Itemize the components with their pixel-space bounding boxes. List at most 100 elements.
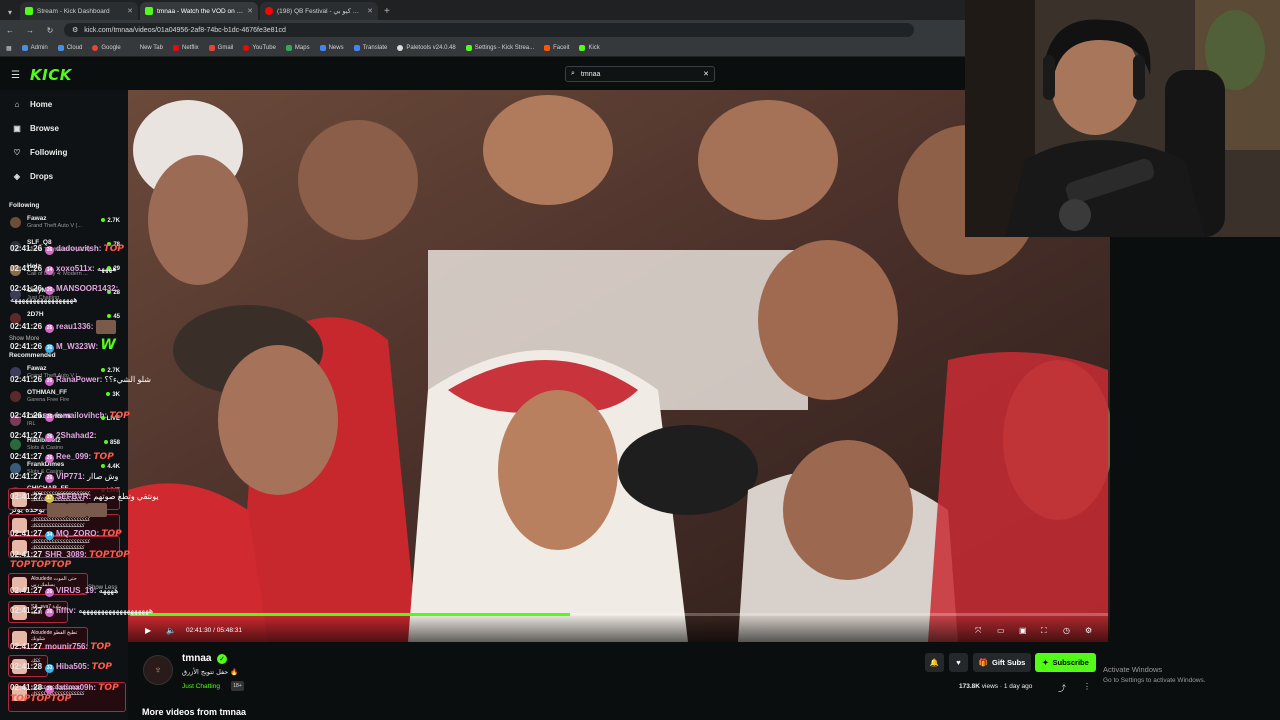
sidebar-channel[interactable]: OTHMAN_FF Garena Free Fire 3K [0, 386, 128, 410]
chat-username[interactable]: VIRUS_19: [56, 586, 96, 595]
clear-search-icon[interactable]: ✕ [703, 70, 709, 78]
search-value: tmnaa [580, 70, 601, 78]
chat-username[interactable]: fatima09h: [56, 683, 96, 692]
chat-emote: TOP [93, 452, 114, 462]
channel-game: Slots & Casino [27, 445, 64, 451]
browser-tab-0[interactable]: Stream - Kick Dashboard ✕ [20, 2, 138, 20]
nav-browse[interactable]: ▣ Browse [0, 116, 128, 140]
chat-username[interactable]: 2Shahad2: [56, 431, 96, 440]
close-tab-icon[interactable]: ✕ [247, 7, 253, 15]
viewer-count: 2.7K [101, 368, 120, 374]
more-videos-heading: More videos from tmnaa [142, 707, 247, 717]
nav-following[interactable]: ♡ Following [0, 140, 128, 164]
chat-username[interactable]: MQ_ZORO: [56, 529, 99, 538]
chat-username[interactable]: RanaPower: [56, 375, 102, 384]
chat-username[interactable]: SEFBVR: [56, 492, 91, 501]
more-options-icon[interactable]: ⋮ [1083, 682, 1091, 691]
chat-username[interactable]: M_W323W: [56, 342, 98, 351]
sidebar: ⌂ Home ▣ Browse ♡ Following ◈ Drops Followin… [0, 90, 128, 720]
site-info-icon[interactable]: ⚙ [72, 26, 78, 34]
chat-username[interactable]: ismailovihch: [56, 411, 107, 420]
nav-home[interactable]: ⌂ Home [0, 92, 128, 116]
chat-timestamp: 02:41:27 [10, 529, 43, 538]
channel-name[interactable]: tmnaa [182, 653, 211, 664]
tab-search-icon[interactable]: ▾ [2, 4, 18, 20]
bookmark[interactable]: Admin [21, 45, 48, 51]
chat-message: 02:41:27 26 Ree_099: TOP [10, 452, 165, 463]
volume-icon[interactable]: 🔈 [166, 626, 176, 635]
category-link[interactable]: Just Chatting [182, 683, 220, 690]
fullscreen-icon[interactable]: ⛶ [1041, 626, 1047, 636]
bookmark[interactable]: Translate [353, 45, 387, 51]
miniplayer-icon[interactable]: ▣ [1019, 626, 1027, 635]
sidebar-channel[interactable]: Fawaz Grand Theft Auto V (... 2.7K [0, 212, 128, 236]
bookmark[interactable]: New Tab [131, 45, 163, 51]
channel-avatar [10, 217, 21, 228]
kick-icon [579, 45, 586, 51]
bookmark[interactable]: Netflix [172, 45, 199, 51]
bookmark[interactable]: Google [92, 45, 121, 51]
notifications-button[interactable]: 🔔 [925, 653, 944, 672]
chat-timestamp: 02:41:27 [10, 586, 43, 595]
apps-grid-icon[interactable]: ▦ [6, 45, 12, 52]
back-icon[interactable]: ← [4, 26, 16, 35]
chat-username[interactable]: SHR_3089: [45, 550, 87, 559]
close-tab-icon[interactable]: ✕ [367, 7, 373, 15]
chat-username[interactable]: mounir756: [45, 642, 88, 651]
viewer-count: 2.7K [101, 218, 120, 224]
browser-tab-1[interactable]: tmnaa - Watch the VOD on Kick ✕ [140, 2, 258, 20]
nav-drops[interactable]: ◈ Drops [0, 164, 128, 188]
chat-message: 02:41:27 26 hfftv: هههههههههههههههههههه [10, 606, 165, 617]
bookmark-icon [131, 45, 137, 51]
address-bar-row: ← → ↻ ⚙ kick.com/tmnaa/videos/01a04956-2… [0, 20, 965, 40]
bookmark[interactable]: Maps [285, 45, 310, 51]
bookmark[interactable]: YouTube [243, 45, 276, 51]
recommended-heading: Recommended [9, 352, 56, 359]
subscribe-button[interactable]: ✦ Subscribe [1035, 653, 1096, 672]
bookmark[interactable]: Paletools v24.0.48 [397, 45, 456, 51]
chat-text: هههههههههههههههههه [10, 295, 78, 304]
close-tab-icon[interactable]: ✕ [127, 7, 133, 15]
chat-username[interactable]: Ree_099: [56, 452, 91, 461]
bookmark[interactable]: Settings - Kick Strea... [465, 45, 534, 51]
bookmark[interactable]: Faceit [544, 45, 569, 51]
clip-icon[interactable]: ⤧ [975, 626, 981, 636]
theater-icon[interactable]: ▭ [997, 626, 1005, 635]
chat-timestamp: 02:41:27 [10, 642, 43, 651]
reload-icon[interactable]: ↻ [44, 26, 56, 35]
chat-username[interactable]: Hiba505: [56, 662, 89, 671]
chat-message: 02:41:27 SHR_3089: TOPTOP TOPTOPTOP [10, 550, 165, 570]
browser-tab-2[interactable]: (198) QB Festival - مهرجان كيو بي ✕ [260, 2, 378, 20]
new-tab-icon[interactable]: + [384, 6, 390, 17]
share-icon[interactable]: ⤴ [1058, 683, 1066, 694]
speed-icon[interactable]: ◷ [1063, 626, 1070, 635]
follow-button[interactable]: ♥ [949, 653, 968, 672]
sub-badge-icon: 26 [45, 246, 55, 255]
bookmark[interactable]: Gmail [208, 45, 233, 51]
bookmark[interactable]: Kick [579, 45, 600, 51]
gift-subs-button[interactable]: 🎁 Gift Subs [973, 653, 1031, 672]
play-icon[interactable]: ▶ [145, 626, 151, 635]
chat-message: 02:41:26 14 xoxo511x: ههههه [10, 264, 165, 275]
video-player[interactable] [128, 90, 1110, 642]
settings-gear-icon[interactable]: ⚙ [1085, 626, 1092, 635]
chat-username[interactable]: xoxo511x: [56, 264, 95, 273]
content-badge: 18+ [231, 681, 244, 691]
forward-icon[interactable]: → [24, 26, 36, 35]
chat-username[interactable]: hfftv: [56, 606, 76, 615]
live-dot-icon [106, 392, 111, 396]
menu-icon[interactable]: ☰ [11, 70, 20, 81]
chat-username[interactable]: VIP771: [56, 472, 85, 481]
search-input[interactable]: ⌕ tmnaa ✕ [565, 66, 715, 82]
bookmark[interactable]: News [319, 45, 344, 51]
kick-logo[interactable]: KICK [30, 66, 72, 84]
url-field[interactable]: ⚙ kick.com/tmnaa/videos/01a04956-2af8-74… [64, 23, 914, 37]
sub-badge-icon: 34 [45, 531, 55, 540]
chat-emote: TOP [91, 662, 113, 672]
chat-username[interactable]: reau1336: [56, 322, 93, 331]
chat-username[interactable]: MANSOOR1432: [56, 284, 118, 293]
chat-username[interactable]: dadouvitsh: [56, 244, 101, 253]
bookmark[interactable]: Cloud [57, 45, 82, 51]
google-icon [92, 45, 99, 51]
viewer-count: 4.4K [101, 464, 120, 470]
